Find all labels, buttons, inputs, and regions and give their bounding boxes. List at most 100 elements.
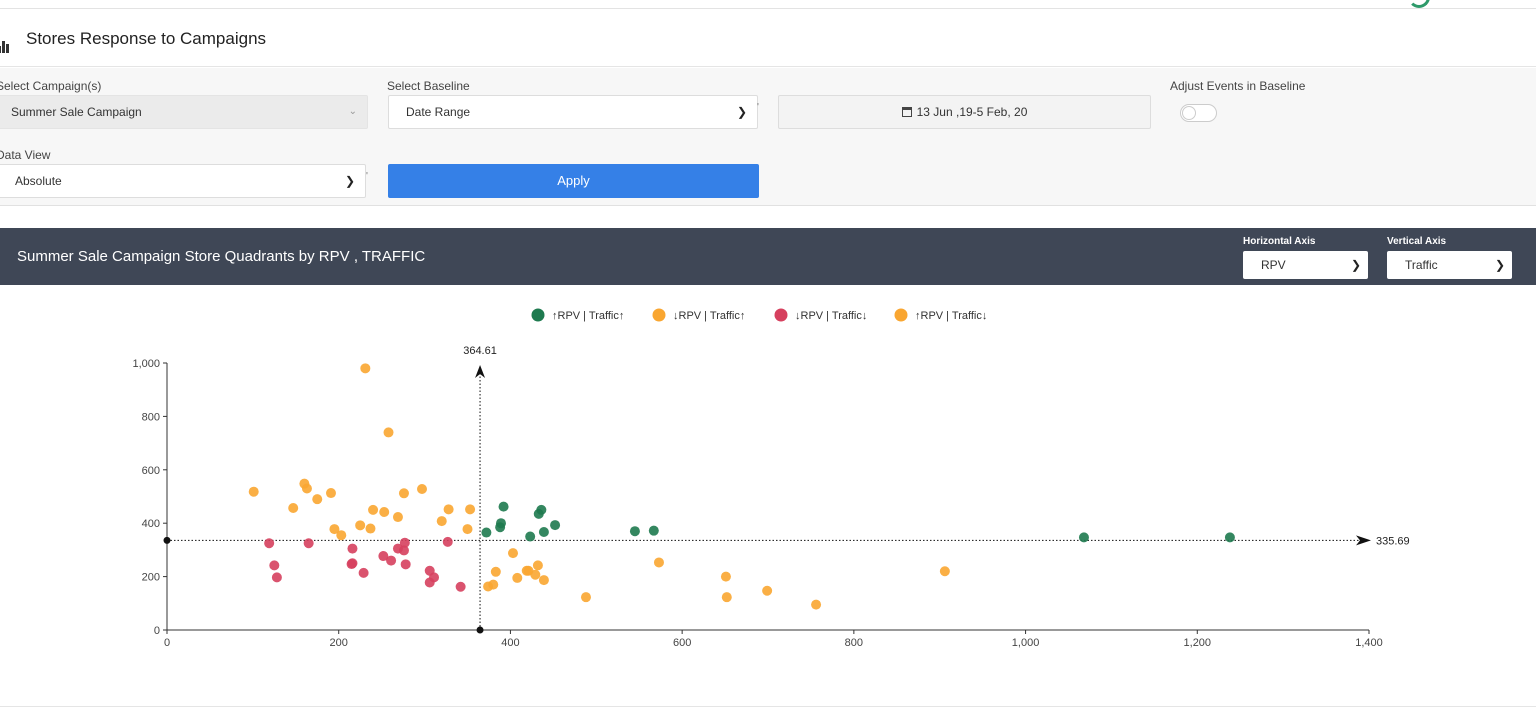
data-point-series-2[interactable] xyxy=(462,524,473,535)
data-point-series-1[interactable] xyxy=(495,518,506,529)
data-point-series-2[interactable] xyxy=(325,488,336,499)
data-point-series-3[interactable] xyxy=(271,572,282,583)
data-point-series-1[interactable] xyxy=(1078,532,1089,543)
data-point-series-3[interactable] xyxy=(455,581,466,592)
data-point-series-3[interactable] xyxy=(358,567,369,578)
chevron-down-icon: ❯ xyxy=(736,105,747,119)
data-point-series-1[interactable] xyxy=(481,527,492,538)
x-tick-label: 1,200 xyxy=(1184,637,1212,649)
y-tick-label: 200 xyxy=(142,572,160,584)
data-point-series-4[interactable] xyxy=(488,579,499,590)
data-point-series-4[interactable] xyxy=(721,592,732,603)
data-point-series-4[interactable] xyxy=(720,571,731,582)
x-tick-label: 200 xyxy=(330,637,348,649)
data-point-series-4[interactable] xyxy=(653,557,664,568)
data-point-series-2[interactable] xyxy=(398,488,409,499)
data-point-series-2[interactable] xyxy=(379,506,390,517)
data-point-series-2[interactable] xyxy=(312,494,323,505)
x-tick-label: 400 xyxy=(501,637,519,649)
x-tick-label: 800 xyxy=(845,637,863,649)
legend-marker[interactable] xyxy=(894,308,908,322)
y-tick-label: 0 xyxy=(154,625,160,637)
data-point-series-4[interactable] xyxy=(538,575,549,586)
data-point-series-2[interactable] xyxy=(416,484,427,495)
data-point-series-1[interactable] xyxy=(536,504,547,515)
horizontal-reference-anchor xyxy=(163,536,171,544)
data-point-series-1[interactable] xyxy=(498,501,509,512)
bar-chart-icon xyxy=(0,41,12,53)
reference-lines: 364.61 335.69 xyxy=(163,345,1410,634)
data-point-series-4[interactable] xyxy=(490,566,501,577)
vertical-reference-anchor xyxy=(476,626,484,634)
campaign-select-value: Summer Sale Campaign xyxy=(11,105,142,119)
data-point-series-3[interactable] xyxy=(429,572,440,583)
horizontal-axis-label: Horizontal Axis xyxy=(1243,236,1316,247)
x-tick-label: 600 xyxy=(673,637,691,649)
data-point-series-2[interactable] xyxy=(465,504,476,515)
data-point-series-3[interactable] xyxy=(400,559,411,570)
data-point-series-2[interactable] xyxy=(368,504,379,515)
data-point-series-3[interactable] xyxy=(347,558,358,569)
data-point-series-4[interactable] xyxy=(580,592,591,603)
legend-label[interactable]: ↑RPV | Traffic↑ xyxy=(552,310,624,322)
legend-label[interactable]: ↑RPV | Traffic↓ xyxy=(915,310,987,322)
data-point-series-1[interactable] xyxy=(1224,532,1235,543)
required-mark: ' xyxy=(366,171,368,182)
apply-button[interactable]: Apply xyxy=(388,164,759,198)
legend-marker[interactable] xyxy=(774,308,788,322)
legend-label[interactable]: ↓RPV | Traffic↑ xyxy=(673,310,745,322)
date-range-picker[interactable]: 13 Jun ,19-5 Feb, 20 xyxy=(778,95,1151,129)
data-point-series-1[interactable] xyxy=(538,527,549,538)
data-point-series-2[interactable] xyxy=(392,512,403,523)
legend-marker[interactable] xyxy=(531,308,545,322)
data-point-series-3[interactable] xyxy=(303,538,314,549)
chart-header: Summer Sale Campaign Store Quadrants by … xyxy=(0,228,1536,285)
data-point-series-4[interactable] xyxy=(939,566,950,577)
x-tick-label: 0 xyxy=(164,637,170,649)
data-point-series-2[interactable] xyxy=(355,520,366,531)
chevron-down-icon: ❯ xyxy=(344,174,355,188)
data-point-series-2[interactable] xyxy=(336,530,347,541)
data-point-series-2[interactable] xyxy=(248,486,259,497)
campaign-select[interactable]: Summer Sale Campaign ⌄ xyxy=(0,95,368,129)
data-point-series-4[interactable] xyxy=(508,548,519,559)
y-tick-label: 400 xyxy=(142,518,160,530)
horizontal-axis-select[interactable]: RPV ❯ xyxy=(1243,251,1368,279)
data-point-series-1[interactable] xyxy=(550,520,561,531)
data-view-select-value: Absolute xyxy=(15,174,62,188)
data-point-series-4[interactable] xyxy=(532,560,543,571)
legend-marker[interactable] xyxy=(652,308,666,322)
adjust-events-toggle[interactable] xyxy=(1180,104,1217,122)
data-point-series-2[interactable] xyxy=(360,363,371,374)
data-point-series-1[interactable] xyxy=(648,525,659,536)
legend-label[interactable]: ↓RPV | Traffic↓ xyxy=(795,310,867,322)
data-view-select[interactable]: Absolute ❯ xyxy=(0,164,366,198)
data-point-series-3[interactable] xyxy=(269,560,280,571)
data-point-series-2[interactable] xyxy=(436,516,447,527)
top-strip xyxy=(0,0,1536,9)
data-point-series-1[interactable] xyxy=(525,531,536,542)
data-point-series-2[interactable] xyxy=(288,502,299,513)
horizontal-reference-label: 335.69 xyxy=(1376,535,1410,547)
data-point-series-1[interactable] xyxy=(629,526,640,537)
data-point-series-4[interactable] xyxy=(530,569,541,580)
data-point-series-4[interactable] xyxy=(512,572,523,583)
data-point-series-3[interactable] xyxy=(264,538,275,549)
baseline-select[interactable]: Date Range ❯ xyxy=(388,95,758,129)
data-point-series-2[interactable] xyxy=(383,427,394,438)
chevron-down-icon: ❯ xyxy=(1494,258,1505,272)
data-point-series-3[interactable] xyxy=(386,555,397,566)
y-tick-label: 600 xyxy=(142,465,160,477)
data-point-series-2[interactable] xyxy=(443,504,454,515)
x-tick-label: 1,000 xyxy=(1012,637,1040,649)
data-point-series-3[interactable] xyxy=(347,543,358,554)
data-point-series-2[interactable] xyxy=(365,523,376,534)
data-point-series-3[interactable] xyxy=(399,537,410,548)
vertical-axis-select[interactable]: Traffic ❯ xyxy=(1387,251,1512,279)
data-point-series-4[interactable] xyxy=(762,585,773,596)
y-tick-label: 800 xyxy=(142,411,160,423)
chart-legend: ↑RPV | Traffic↑ ↓RPV | Traffic↑ ↓RPV | Tra… xyxy=(531,308,987,322)
data-point-series-3[interactable] xyxy=(442,536,453,547)
data-point-series-2[interactable] xyxy=(301,483,312,494)
data-point-series-4[interactable] xyxy=(811,599,822,610)
